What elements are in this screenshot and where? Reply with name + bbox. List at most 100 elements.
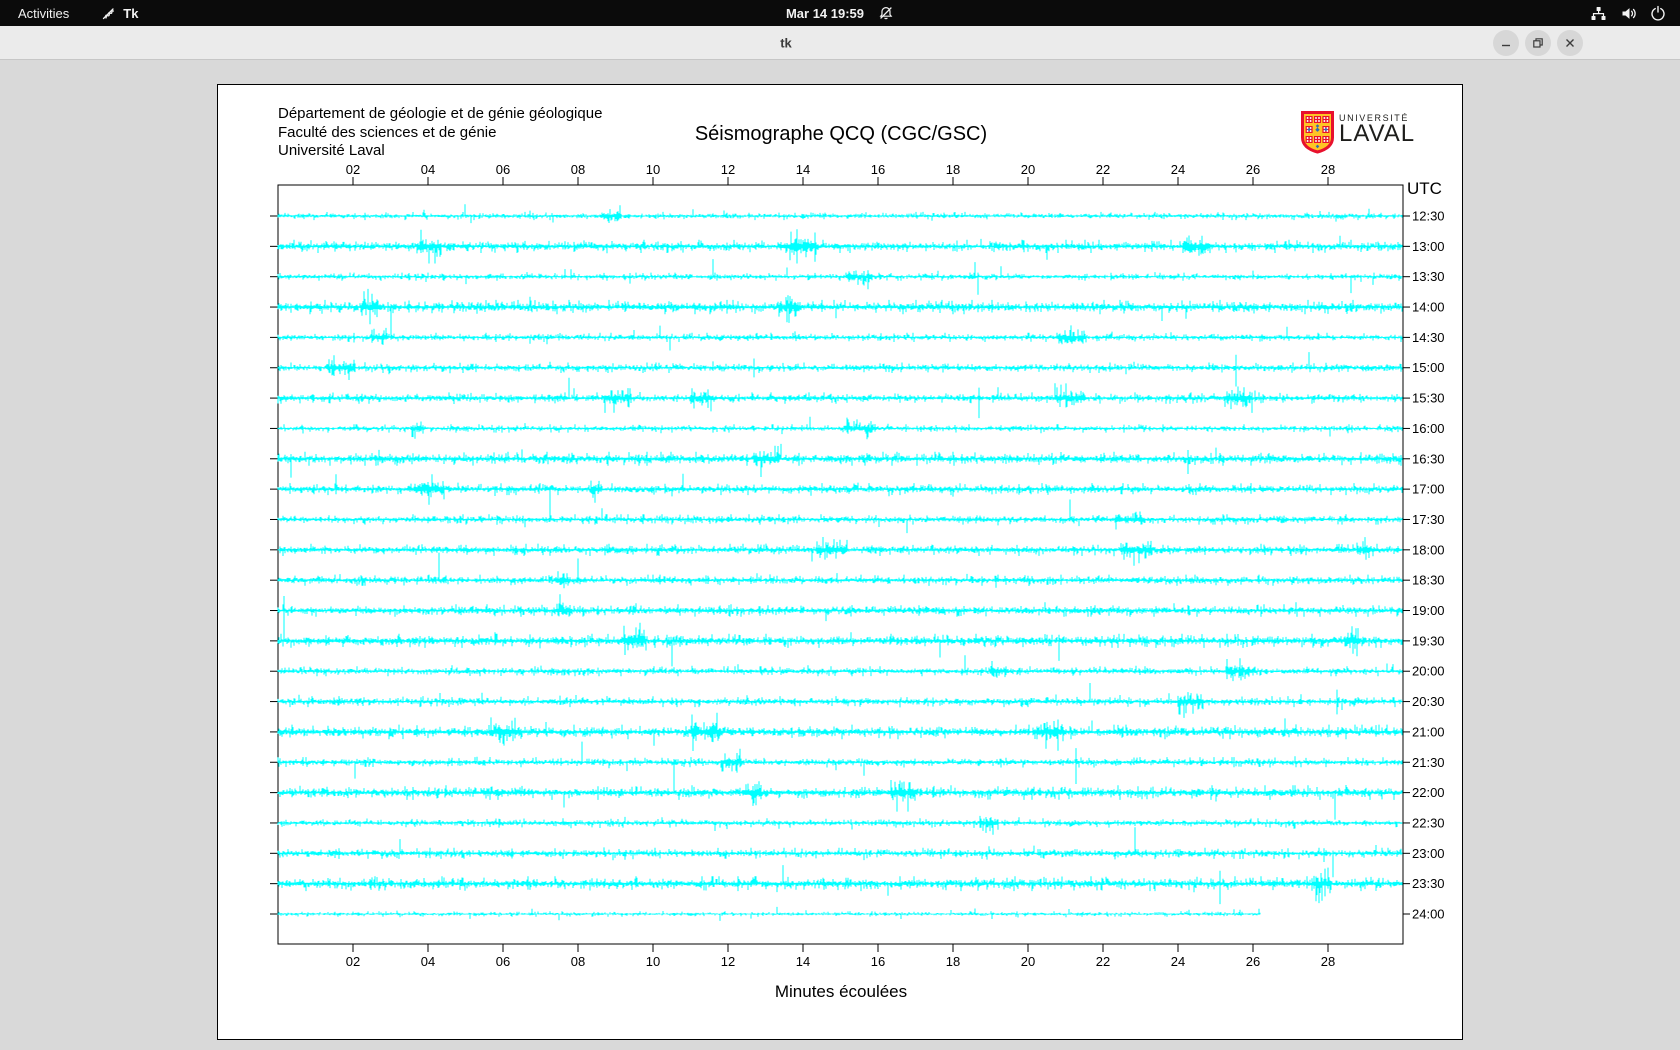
- trace-time-label: 15:00: [1412, 360, 1445, 375]
- trace-time-label: 15:30: [1412, 391, 1445, 406]
- x-tick-label-top: 20: [1021, 162, 1035, 177]
- app-indicator-tk[interactable]: Tk: [101, 0, 138, 26]
- x-tick-label-top: 22: [1096, 162, 1110, 177]
- network-wired-icon: [1590, 5, 1607, 22]
- trace-time-label: 16:30: [1412, 451, 1445, 466]
- trace-time-label: 17:30: [1412, 512, 1445, 527]
- seismogram-trace: [277, 473, 1403, 517]
- seismogram-trace: [277, 596, 1403, 667]
- trace-time-label: 17:00: [1412, 482, 1445, 497]
- trace-time-label: 13:00: [1412, 239, 1445, 254]
- x-tick-label-bottom: 06: [496, 954, 510, 969]
- x-tick-label-bottom: 04: [421, 954, 435, 969]
- x-tick-label-top: 16: [871, 162, 885, 177]
- x-tick-label-bottom: 18: [946, 954, 960, 969]
- trace-time-label: 22:00: [1412, 785, 1445, 800]
- seismogram-trace: [277, 865, 1403, 905]
- seismogram-trace: [277, 377, 1403, 419]
- volume-icon: [1620, 5, 1637, 22]
- utc-label: UTC: [1407, 179, 1442, 198]
- trace-time-label: 19:30: [1412, 633, 1445, 648]
- bell-muted-icon: [878, 5, 894, 21]
- close-button[interactable]: [1557, 30, 1583, 56]
- minimize-button[interactable]: [1493, 30, 1519, 56]
- seismogram-trace: [277, 204, 1403, 224]
- trace-time-label: 21:00: [1412, 724, 1445, 739]
- window-title: tk: [780, 35, 792, 50]
- x-tick-label-top: 14: [796, 162, 810, 177]
- seismogram-trace: [277, 683, 1403, 718]
- activities-label: Activities: [18, 5, 70, 21]
- seismogram-trace: [277, 416, 1403, 440]
- x-tick-label-top: 08: [571, 162, 585, 177]
- x-axis-title: Minutes écoulées: [774, 982, 908, 1001]
- trace-time-label: 14:30: [1412, 330, 1445, 345]
- clock-label: Mar 14 19:59: [785, 5, 865, 21]
- x-tick-label-top: 28: [1321, 162, 1335, 177]
- seismogram-trace: [277, 594, 1403, 622]
- trace-time-label: 22:30: [1412, 815, 1445, 830]
- trace-time-label: 23:00: [1412, 846, 1445, 861]
- seismogram-trace: [277, 537, 1403, 566]
- trace-time-label: 21:30: [1412, 755, 1445, 770]
- x-tick-label-bottom: 20: [1021, 954, 1035, 969]
- power-icon: [1650, 5, 1666, 21]
- x-tick-label-top: 24: [1171, 162, 1185, 177]
- x-tick-label-top: 18: [946, 162, 960, 177]
- tk-feather-icon: [101, 6, 116, 21]
- x-tick-label-bottom: 02: [346, 954, 360, 969]
- app-indicator-label: Tk: [123, 5, 139, 21]
- x-tick-label-top: 04: [421, 162, 435, 177]
- seismogram-trace: [277, 443, 1403, 478]
- x-tick-label-bottom: 26: [1246, 954, 1260, 969]
- x-tick-label-bottom: 22: [1096, 954, 1110, 969]
- seismogram-trace: [277, 741, 1403, 784]
- seismogram-trace: [277, 655, 1403, 682]
- x-tick-label-bottom: 12: [721, 954, 735, 969]
- seismogram-trace: [277, 259, 1403, 295]
- window-titlebar[interactable]: tk: [0, 26, 1680, 60]
- trace-time-label: 23:30: [1412, 876, 1445, 891]
- x-tick-label-bottom: 14: [796, 954, 810, 969]
- tk-window-background: Département de géologie et de génie géol…: [0, 61, 1680, 1050]
- plot-frame: [277, 184, 1404, 945]
- trace-time-label: 24:00: [1412, 907, 1445, 922]
- seismogram-trace: [277, 499, 1403, 534]
- x-tick-label-bottom: 16: [871, 954, 885, 969]
- trace-time-label: 14:00: [1412, 300, 1445, 315]
- x-tick-label-bottom: 10: [646, 954, 660, 969]
- gnome-top-bar: Activities Tk Mar 14 19:59: [0, 0, 1680, 26]
- activities-button[interactable]: Activities: [0, 0, 87, 26]
- seismogram-trace: [277, 827, 1403, 878]
- seismogram-trace: [277, 906, 1261, 921]
- seismograph-canvas: Département de géologie et de génie géol…: [217, 84, 1463, 1040]
- x-tick-label-top: 06: [496, 162, 510, 177]
- trace-time-label: 13:30: [1412, 269, 1445, 284]
- trace-time-label: 12:30: [1412, 209, 1445, 224]
- trace-time-label: 20:00: [1412, 664, 1445, 679]
- x-tick-label-top: 02: [346, 162, 360, 177]
- seismogram-trace: [277, 229, 1403, 264]
- trace-time-label: 20:30: [1412, 694, 1445, 709]
- seismogram-trace: [277, 306, 1403, 351]
- seismogram-trace: [277, 815, 1403, 835]
- system-status-area[interactable]: [1590, 0, 1670, 26]
- x-tick-label-bottom: 28: [1321, 954, 1335, 969]
- seismograph-plot: 02 02 04 04 06 06 08 08 10 10 12 12 14 14 16 16 18 18 20 20…: [270, 162, 1445, 969]
- restore-button[interactable]: [1525, 30, 1551, 56]
- seismogram-trace: [277, 552, 1403, 589]
- x-tick-label-bottom: 08: [571, 954, 585, 969]
- trace-time-label: 18:00: [1412, 542, 1445, 557]
- seismogram-trace: [277, 764, 1403, 820]
- seismogram-trace: [277, 712, 1403, 751]
- x-tick-label-top: 12: [721, 162, 735, 177]
- trace-time-label: 16:00: [1412, 421, 1445, 436]
- trace-time-label: 18:30: [1412, 573, 1445, 588]
- seismogram-trace: [277, 288, 1403, 325]
- trace-time-label: 19:00: [1412, 603, 1445, 618]
- clock-menu[interactable]: Mar 14 19:59: [786, 0, 894, 26]
- x-tick-label-bottom: 24: [1171, 954, 1185, 969]
- x-tick-label-top: 26: [1246, 162, 1260, 177]
- x-tick-label-top: 10: [646, 162, 660, 177]
- seismogram-trace: [277, 352, 1403, 387]
